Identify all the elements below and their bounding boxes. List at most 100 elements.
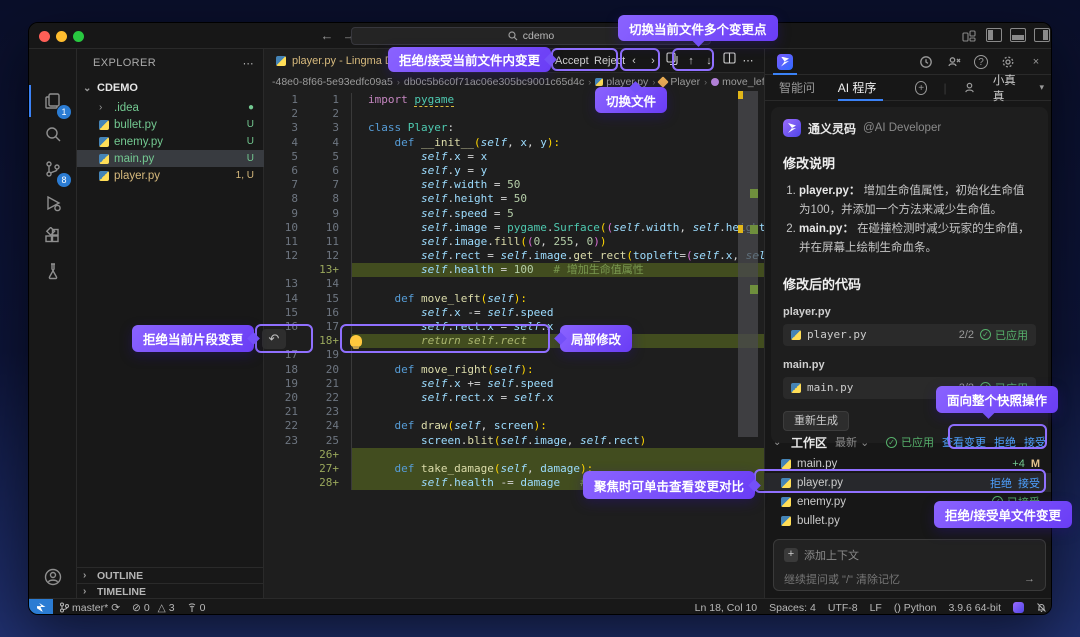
outline-section[interactable]: › OUTLINE (77, 567, 264, 583)
chat-input-box[interactable]: + 添加上下文 继续提问或 "/" 清除记忆 → (773, 539, 1046, 591)
code-line[interactable]: 44 def __init__(self, x, y): (264, 136, 764, 150)
lightbulb-icon[interactable] (350, 335, 362, 347)
lingma-status-icon[interactable] (1007, 599, 1030, 616)
diff-added-line[interactable]: 18+ return self.rect (264, 334, 764, 348)
code-line[interactable]: 1820 def move_right(self): (264, 363, 764, 377)
code-line[interactable]: 22 (264, 107, 764, 121)
code-line[interactable]: 2022 self.rect.x = self.x (264, 391, 764, 405)
workspace-file-main.py[interactable]: main.py+4M (765, 454, 1052, 473)
breadcrumb-item[interactable]: Player (659, 76, 700, 88)
panel-settings-icon[interactable] (1000, 54, 1016, 70)
code-line[interactable]: 11import pygame (264, 93, 764, 107)
toggle-panel-icon[interactable] (1010, 28, 1026, 42)
diff-added-line[interactable]: 26+ (264, 448, 764, 462)
code-line[interactable]: 2325 screen.blit(self.image, self.rect) (264, 434, 764, 448)
tree-item-player.py[interactable]: player.py1, U (77, 167, 264, 184)
status-item[interactable]: () Python (888, 599, 943, 616)
code-line[interactable]: 55 self.x = x (264, 150, 764, 164)
code-line[interactable]: 33class Player: (264, 121, 764, 135)
explorer-more-actions-icon[interactable]: ⋯ (243, 57, 254, 70)
editor-more-actions-icon[interactable]: ⋯ (740, 52, 756, 70)
reject-all-link[interactable]: 拒绝 (994, 434, 1016, 450)
code-line[interactable]: 88 self.height = 50 (264, 192, 764, 206)
add-context-button[interactable]: + 添加上下文 (784, 547, 1035, 563)
next-file-icon[interactable]: › (645, 52, 661, 70)
breadcrumb-item[interactable]: -48e0-8f66-5e93edfc09a5 (272, 76, 393, 88)
accept-file-link[interactable]: 接受 (1018, 475, 1040, 491)
toggle-primary-sidebar-icon[interactable] (986, 28, 1002, 42)
testing-icon[interactable] (37, 255, 69, 287)
editor-scrollbar[interactable] (738, 91, 758, 437)
status-item[interactable]: 3.9.6 64-bit (942, 599, 1007, 616)
send-arrow-icon[interactable]: → (1024, 573, 1035, 585)
tree-item-bullet.py[interactable]: bullet.pyU (77, 116, 264, 133)
notifications-bell-icon[interactable] (1030, 599, 1052, 616)
code-line[interactable]: 1617 self.rect.x = self.x (264, 320, 764, 334)
code-line[interactable]: 2123 (264, 405, 764, 419)
accept-file-changes-button[interactable]: Accept (555, 52, 589, 70)
status-item[interactable]: LF (864, 599, 888, 616)
run-debug-icon[interactable] (37, 187, 69, 219)
split-editor-icon[interactable] (721, 52, 737, 70)
timeline-section[interactable]: › TIMELINE (77, 583, 264, 599)
breadcrumb[interactable]: -48e0-8f66-5e93edfc09a5›db0c5b6c0f71ac06… (264, 73, 764, 91)
tree-item-enemy.py[interactable]: enemy.pyU (77, 133, 264, 150)
problems-item[interactable]: ⊘0 △3 (126, 599, 181, 616)
code-line[interactable]: 1010 self.image = pygame.Surface((self.w… (264, 221, 764, 235)
help-icon[interactable]: ? (974, 55, 988, 69)
account-icon[interactable] (37, 561, 69, 593)
history-icon[interactable] (918, 54, 934, 70)
code-line[interactable]: 2224 def draw(self, screen): (264, 419, 764, 433)
prev-file-icon[interactable]: ‹ (626, 52, 642, 70)
tab-smart-qa[interactable]: 智能问答 (779, 75, 822, 101)
chevron-down-icon[interactable]: ⌄ (773, 437, 783, 448)
project-root-row[interactable]: ⌄ CDEMO (77, 79, 264, 97)
workspace-file-player.py[interactable]: player.py拒绝接受 (765, 473, 1052, 492)
code-line[interactable]: 1516 self.x -= self.speed (264, 306, 764, 320)
user-name[interactable]: 小真真 (993, 72, 1024, 104)
remote-indicator[interactable] (29, 599, 53, 616)
tree-item-main.py[interactable]: main.pyU (77, 150, 264, 167)
tree-item-.idea[interactable]: ›.idea● (77, 99, 264, 116)
diff-code-area[interactable]: 11import pygame2233class Player:44 def _… (264, 93, 764, 490)
next-change-icon[interactable]: ↓ (701, 52, 717, 70)
prev-change-icon[interactable]: ↑ (683, 52, 699, 70)
breadcrumb-item[interactable]: move_left (711, 76, 764, 88)
code-line[interactable]: 1415 def move_left(self): (264, 292, 764, 306)
close-traffic-light[interactable] (39, 31, 50, 42)
close-panel-icon[interactable]: × (1028, 54, 1044, 70)
workspace-latest-dropdown[interactable]: 最新 ⌄ (835, 434, 869, 450)
back-arrow-icon[interactable]: ← (317, 26, 337, 46)
status-item[interactable]: Spaces: 4 (763, 599, 822, 616)
reject-file-changes-button[interactable]: Reject (594, 52, 625, 70)
user-avatar-icon[interactable] (963, 80, 977, 96)
code-line[interactable]: 1719 (264, 348, 764, 362)
code-line[interactable]: 77 self.width = 50 (264, 178, 764, 192)
diff-added-line[interactable]: 13+ self.health = 100 # 增加生命值属性 (264, 263, 764, 277)
new-session-icon[interactable]: + (915, 81, 928, 95)
code-line[interactable]: 66 self.y = y (264, 164, 764, 178)
status-item[interactable]: Ln 18, Col 10 (689, 599, 763, 616)
accept-all-link[interactable]: 接受 (1024, 434, 1046, 450)
code-file-chip-player.py[interactable]: player.py2/2✓已应用 (783, 324, 1036, 346)
minimize-traffic-light[interactable] (56, 31, 67, 42)
regenerate-button[interactable]: 重新生成 (783, 411, 849, 431)
view-changes-link[interactable]: 查看变更 (942, 434, 986, 450)
lingma-logo-icon[interactable] (777, 54, 793, 70)
ports-item[interactable]: 0 (181, 599, 212, 616)
discard-snippet-icon[interactable]: ↶ (262, 329, 286, 349)
compare-changes-icon[interactable] (664, 52, 680, 70)
customize-layout-icon[interactable] (962, 29, 976, 41)
source-control-icon[interactable]: 8 (37, 153, 69, 185)
code-line[interactable]: 1212 self.rect = self.image.get_rect(top… (264, 249, 764, 263)
tab-ai-programmer[interactable]: AI 程序员 (838, 75, 883, 101)
code-line[interactable]: 1921 self.x += self.speed (264, 377, 764, 391)
git-branch-item[interactable]: master* ⟳ (53, 599, 126, 616)
code-line[interactable]: 1111 self.image.fill((0, 255, 0)) (264, 235, 764, 249)
toggle-secondary-sidebar-icon[interactable] (1034, 28, 1050, 42)
feedback-icon[interactable] (946, 54, 962, 70)
status-item[interactable]: UTF-8 (822, 599, 864, 616)
extensions-icon[interactable] (37, 221, 69, 253)
breadcrumb-item[interactable]: db0c5b6c0f71ac06e305bc9001c65d4c (404, 76, 584, 88)
maximize-traffic-light[interactable] (73, 31, 84, 42)
